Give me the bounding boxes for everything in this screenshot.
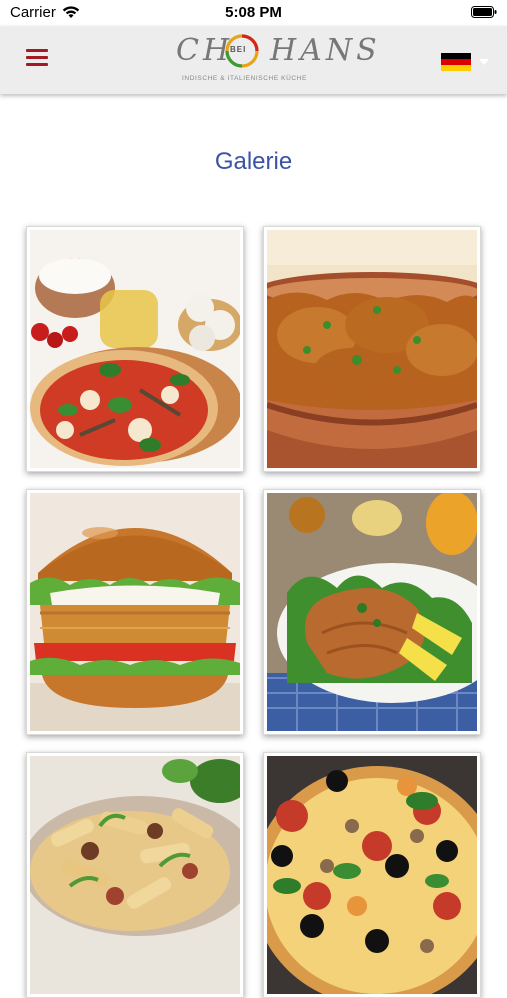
logo-subtitle: INDISCHE & ITALIENISCHE KÜCHE <box>182 75 307 82</box>
language-selector[interactable] <box>441 52 489 72</box>
pizza-margherita-photo <box>30 230 240 468</box>
logo-text-right: HANS <box>270 33 381 68</box>
pizza-olives-photo <box>267 756 477 994</box>
clock: 5:08 PM <box>225 4 282 21</box>
chicken-burger-photo <box>30 493 240 731</box>
hamburger-menu-icon[interactable] <box>26 49 50 69</box>
logo-bei-text: BEI <box>230 45 247 54</box>
gallery-item-2[interactable] <box>263 226 481 472</box>
schnitzel-salad-photo <box>267 493 477 731</box>
german-flag-icon <box>441 53 471 71</box>
page-title: Galerie <box>214 148 293 175</box>
gallery-item-3[interactable] <box>26 489 244 735</box>
gallery-item-6[interactable] <box>263 752 481 998</box>
gallery-item-4[interactable] <box>263 489 481 735</box>
penne-pasta-photo <box>30 756 240 994</box>
top-navigation-bar: CH HANS BEI INDISCHE & ITALIENISCHE KÜCH… <box>0 26 507 94</box>
battery-icon <box>471 6 497 18</box>
chicken-curry-pot-photo <box>267 230 477 468</box>
gallery-item-5[interactable] <box>26 752 244 998</box>
restaurant-logo[interactable]: CH HANS BEI INDISCHE & ITALIENISCHE KÜCH… <box>172 31 377 87</box>
chevron-down-icon <box>479 59 489 65</box>
gallery-item-1[interactable] <box>26 226 244 472</box>
status-bar: Carrier 5:08 PM <box>0 0 507 26</box>
